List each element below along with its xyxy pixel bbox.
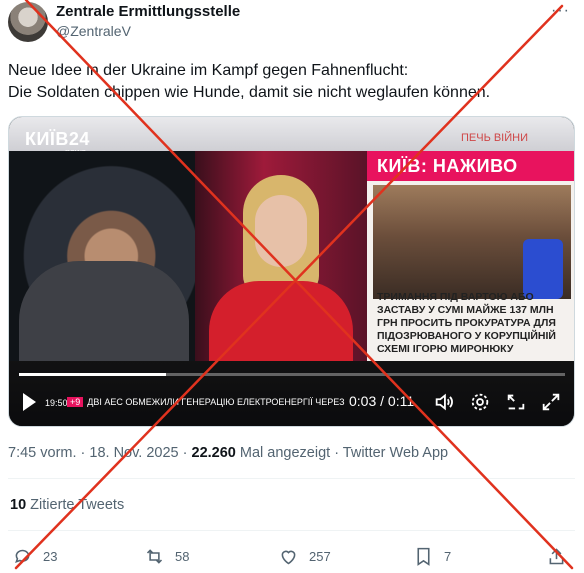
- reply-button[interactable]: 23: [12, 543, 57, 569]
- ticker-time: 19:50: [45, 398, 68, 408]
- action-bar: 23 58 257 7: [0, 543, 584, 569]
- author-handle[interactable]: @ZentraleV: [56, 23, 131, 39]
- retweet-count: 58: [175, 548, 190, 564]
- progress-bar[interactable]: [19, 373, 565, 376]
- tweet-text-line-2: Die Soldaten chippen wie Hunde, damit si…: [8, 84, 491, 101]
- anchor-jacket: [209, 281, 353, 361]
- quote-count: 10: [10, 497, 27, 513]
- author-name[interactable]: Zentrale Ermittlungsstelle: [56, 3, 240, 20]
- tweet-text-line-1: Neue Idee in der Ukraine im Kampf gegen …: [8, 62, 409, 79]
- ticker-text: ДВІ АЕС ОБМЕЖИЛИ ГЕНЕРАЦІЮ ЕЛЕКТРОЕНЕРГІ…: [87, 397, 345, 407]
- play-icon[interactable]: [23, 393, 36, 411]
- news-banner: КИЇВ: НАЖИВО: [367, 151, 574, 181]
- reply-count: 23: [43, 548, 58, 564]
- fullscreen-icon[interactable]: [540, 391, 562, 413]
- anchor-face: [255, 195, 307, 267]
- retweet-button[interactable]: 58: [144, 543, 189, 569]
- retweet-icon: [146, 548, 163, 564]
- view-count-label: Mal angezeigt: [239, 445, 331, 461]
- more-options-icon[interactable]: ···: [551, 2, 575, 22]
- divider: [8, 478, 575, 479]
- soldier-hoodie: [19, 261, 189, 361]
- news-ticker: +9 ДВІ АЕС ОБМЕЖИЛИ ГЕНЕРАЦІЮ ЕЛЕКТРОЕНЕР…: [67, 397, 345, 409]
- bookmark-button[interactable]: 7: [413, 543, 451, 569]
- share-icon: [549, 547, 564, 564]
- video-panel-news: КИЇВ: НАЖИВО ТРИМАННЯ ПІД ВАРТОЮ АБО ЗАС…: [367, 151, 574, 361]
- top-right-label: ПЕЧЬ ВІЙНИ: [461, 132, 528, 144]
- tweet-time[interactable]: 7:45 vorm.: [8, 445, 77, 461]
- heart-icon: [281, 550, 296, 564]
- reply-icon: [15, 549, 30, 563]
- bookmark-count: 7: [444, 548, 452, 564]
- courtroom-photo: [373, 185, 571, 299]
- divider: [8, 530, 575, 531]
- view-count: 22.260: [191, 445, 236, 461]
- share-button[interactable]: [546, 543, 567, 569]
- like-button[interactable]: 257: [278, 543, 331, 569]
- progress-fill: [19, 373, 167, 376]
- picture-in-picture-icon[interactable]: [505, 391, 527, 413]
- video-panel-anchor: [195, 151, 367, 361]
- quote-tweets-link[interactable]: 10 Zitierte Tweets: [10, 497, 124, 513]
- quote-label: Zitierte Tweets: [30, 497, 125, 513]
- like-count: 257: [309, 548, 331, 564]
- settings-icon[interactable]: [469, 391, 491, 413]
- tweet-date[interactable]: 18. Nov. 2025: [89, 445, 178, 461]
- video-player[interactable]: КИЇВ24 news ПЕЧЬ ВІЙНИ КИЇВ: НАЖИВО ТРИМ…: [8, 116, 575, 427]
- tweet-source: Twitter Web App: [342, 445, 449, 461]
- camera-shape: [523, 239, 563, 299]
- bookmark-icon: [417, 547, 430, 566]
- time-readout: 0:03 / 0:11: [349, 393, 415, 409]
- volume-icon[interactable]: [433, 391, 455, 413]
- tweet-text: Neue Idee in der Ukraine im Kampf gegen …: [8, 60, 568, 104]
- ticker-temp: +9: [67, 397, 84, 407]
- video-controls: 19:50 +9 ДВІ АЕС ОБМЕЖИЛИ ГЕНЕРАЦІЮ ЕЛЕКТ…: [9, 361, 574, 426]
- tweet-meta: 7:45 vorm. · 18. Nov. 2025 · 22.260 Mal …: [8, 445, 449, 461]
- video-panel-soldier: [9, 151, 195, 361]
- avatar[interactable]: [8, 2, 48, 42]
- news-caption: ТРИМАННЯ ПІД ВАРТОЮ АБО ЗАСТАВУ У СУМІ М…: [377, 291, 556, 355]
